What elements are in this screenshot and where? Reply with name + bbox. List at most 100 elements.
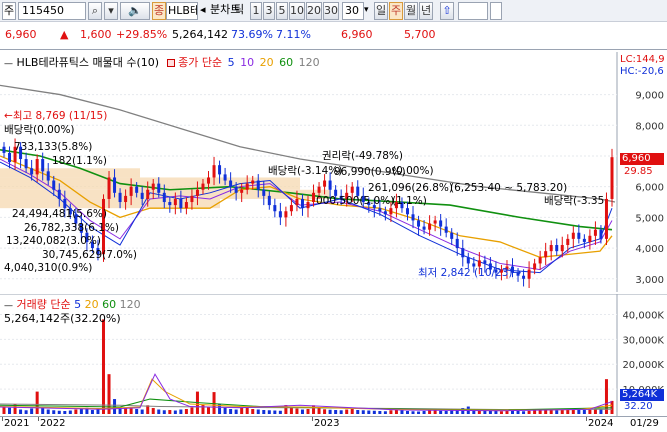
period-tab[interactable]: 주 [389,2,403,20]
profile-label: 24,494,481(5.6%) [12,208,107,220]
candle-body [140,192,144,199]
legend-ma120: 120 [298,56,320,69]
interval-button[interactable]: 1 [250,2,262,20]
candle-body [323,180,327,187]
price-tick-label: 8,000 [635,121,664,132]
last-volume-flag: 5,264K [620,389,664,401]
volume-bar [394,409,398,414]
chevron-down-icon: ▾ [108,4,114,17]
candle-body [168,202,172,206]
candle-body [251,180,255,184]
interval-button[interactable]: 30 [323,2,339,20]
volume-bar [262,410,266,414]
candle-body [455,238,459,249]
dropdown-button[interactable]: ▾ [104,2,118,20]
candle-body [533,263,537,270]
price-legend: — HLB테라퓨틱스 매물대 수(10) 종가 단순 5 10 20 60 12… [4,54,320,70]
candle-body [405,208,409,215]
volume-bar [334,410,338,414]
candle-body [179,198,183,209]
volume-bar [173,410,177,414]
candle-body [389,208,393,215]
extra-input[interactable] [458,2,488,20]
dividend-mid-annotation: 배당락(-3.14%) [268,165,343,177]
sound-button[interactable]: 🔈 [120,2,150,20]
last-change-flag: 29.85 [624,166,653,177]
rights-annotation: 권리락(-49.78%) [322,150,403,162]
candle-body [599,229,603,239]
search-icon: ⌕ [91,4,99,17]
stock-code-input[interactable]: 115450 [18,2,86,20]
x-axis-tick [586,417,587,421]
x-axis-label: 2022 [40,418,66,429]
candle-body [527,269,531,279]
candle-body [273,205,277,212]
candle-body [245,183,249,190]
volume-bar [256,409,260,414]
candle-body [41,159,45,172]
interval-button[interactable]: 3 [263,2,275,20]
profile-label: 30,745,629(7.0%) [42,249,137,261]
interval-label: 10 [290,4,304,17]
period-label: 월 [405,4,417,17]
candle-body [450,232,454,239]
candle-body [190,195,194,203]
candle-body [317,186,321,193]
interval-button[interactable]: 20 [306,2,322,20]
x-axis-label: 2021 [4,418,30,429]
limit-low: HC:-20,6 [620,66,664,77]
volume-bar [273,410,277,414]
candle-body [57,189,61,199]
search-button[interactable]: ⌕ [88,2,102,20]
candle-body [571,232,575,239]
volume-bar [52,410,56,414]
period-tab[interactable]: 년 [419,2,433,20]
candle-body [162,192,166,203]
interval-select[interactable]: 30 [342,2,364,20]
price-tick-label: 9,000 [635,91,664,102]
stock-name: HLB테 [168,4,198,17]
volume-bar [422,411,426,414]
candle-body [207,177,211,184]
market-select[interactable]: 주 [2,2,16,20]
volume-bar [57,410,61,414]
caret-left-icon[interactable]: ◂ [200,2,210,20]
period-tab[interactable]: 일 [374,2,388,20]
x-axis-label: 01/29 [630,418,659,429]
x-axis-tick [38,417,39,421]
quote-strip: 6,960 ▲ 1,600 +29.85% 5,264,142 73.69% 7… [0,22,667,50]
volume-bar [555,410,559,414]
volume-bar [245,408,249,414]
legend-ma10: 10 [240,56,255,69]
volume-bar [74,409,78,414]
interval-button[interactable]: 5 [276,2,288,20]
item-tag-button[interactable]: 종 [152,2,166,20]
candle-body [582,238,586,242]
candle-body [411,214,415,221]
legend-collapse-icon[interactable]: — [4,59,13,69]
extra-input-2[interactable] [490,2,502,20]
period-tab[interactable]: 월 [404,2,418,20]
candle-body [461,248,465,258]
candle-body [107,177,111,199]
low-marker: 최저 2,842 (10/23)→ [418,267,522,279]
stock-name-field[interactable]: HLB테 [166,2,198,20]
tick-tab[interactable]: 틱 [234,2,248,20]
candle-body [184,202,188,209]
volume-bar [223,407,227,414]
volume-bar [533,410,537,414]
left-arrow-icon: ← [4,110,13,122]
interval-chevron-icon[interactable]: ▾ [364,2,374,20]
volume-bar [295,408,299,414]
candle-body [295,198,299,206]
tick-label: 틱 [234,3,245,16]
candle-body [289,205,293,212]
volume-bar [367,410,371,414]
candle-body [201,183,205,190]
volume-bar [140,409,144,414]
interval-button[interactable]: 10 [289,2,305,20]
pin-button[interactable]: ⇧ [440,2,454,20]
price-change-pct: +29.85% [116,28,168,41]
volume-bar [30,408,34,414]
profile-label: 182(1.1%) [52,155,107,167]
